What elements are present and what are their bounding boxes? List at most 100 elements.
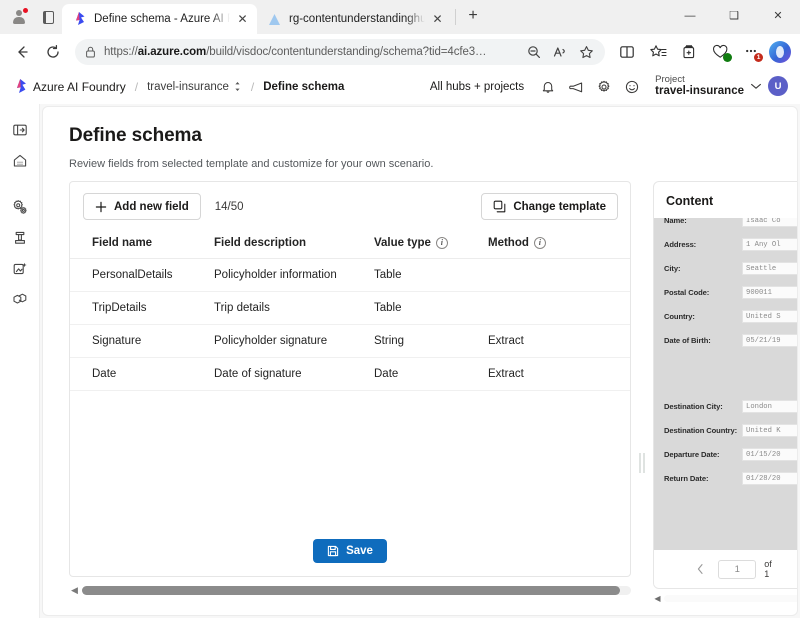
info-icon[interactable]: i (435, 237, 448, 249)
add-new-field-button[interactable]: Add new field (83, 193, 201, 220)
table-row[interactable]: TripDetails Trip details Table (70, 291, 630, 325)
left-rail (0, 104, 40, 618)
minimize-button[interactable]: — (668, 0, 712, 31)
tab-actions-button[interactable] (34, 0, 62, 34)
profile-button[interactable] (4, 0, 34, 34)
table-header-row: Field name Field description Value type … (70, 231, 630, 259)
content-card: Content Name: Isaac Co Address: 1 Any Ol… (653, 181, 797, 589)
tab-close-button[interactable]: ✕ (429, 11, 446, 28)
azure-foundry-logo-icon (14, 79, 27, 94)
address-bar[interactable]: https://ai.azure.com/build/visdoc/conten… (75, 39, 605, 65)
back-button[interactable] (7, 38, 37, 66)
doc-field-city: City: Seattle (664, 256, 797, 280)
smiley-icon[interactable] (619, 74, 645, 100)
settings-more-icon[interactable]: 1 (736, 38, 766, 66)
scrollbar-track[interactable] (82, 586, 631, 595)
breadcrumb-current: Define schema (263, 80, 345, 93)
doc-section-gap (664, 352, 797, 394)
breadcrumb-separator: / (134, 79, 139, 94)
doc-field-label: Destination City: (664, 401, 723, 411)
feedback-icon[interactable] (563, 74, 589, 100)
favorites-icon[interactable] (643, 38, 673, 66)
doc-field-address: Address: 1 Any Ol (664, 232, 797, 256)
models-icon (12, 292, 28, 308)
sidebar-item-home[interactable] (5, 147, 35, 175)
split-screen-icon[interactable] (612, 38, 642, 66)
copy-icon (493, 200, 506, 213)
cell-field-description: Policyholder signature (214, 324, 374, 358)
doc-field-signature: Signature: Isaac Col (664, 548, 797, 550)
bell-icon[interactable] (535, 74, 561, 100)
total-pages: 1 (764, 569, 770, 579)
collections-icon[interactable] (674, 38, 704, 66)
scrollbar-track[interactable] (664, 595, 797, 602)
foundry-body: Define schema Review fields from selecte… (0, 104, 800, 618)
new-tab-button[interactable]: + (459, 2, 487, 30)
maximize-button[interactable]: ❑ (712, 0, 756, 31)
sidebar-item-ai-services[interactable] (5, 255, 35, 283)
save-button[interactable]: Save (313, 539, 387, 563)
doc-field-value: London (742, 399, 797, 413)
avatar[interactable]: U (768, 76, 788, 97)
sidebar-item-build-customize[interactable] (5, 193, 35, 221)
browser-window: Define schema - Azure AI Foundr ✕ rg-con… (0, 0, 800, 618)
schema-horizontal-scrollbar[interactable]: ◀ (69, 584, 631, 597)
scrollbar-thumb[interactable] (82, 586, 621, 595)
column-header-method[interactable]: Method i (488, 231, 630, 259)
scroll-left-icon[interactable]: ◀ (653, 594, 662, 603)
browser-tab-2[interactable]: rg-contentunderstandinghub - M ✕ (257, 4, 452, 34)
build-customize-icon (12, 199, 28, 215)
page-subtitle: Review fields from selected template and… (69, 158, 434, 170)
sidebar-item-toggle-navigation[interactable] (5, 116, 35, 144)
project-selector[interactable]: Project travel-insurance U (647, 73, 788, 98)
column-header-field-description[interactable]: Field description (214, 231, 374, 259)
browser-essentials-icon[interactable] (705, 38, 735, 66)
schema-pane: Add new field 14/50 Change template Fiel… (69, 181, 631, 615)
content-horizontal-scrollbar[interactable]: ◀ ▶ (653, 593, 797, 604)
change-template-button[interactable]: Change template (481, 193, 618, 220)
breadcrumb-project[interactable]: travel-insurance (147, 81, 242, 93)
foundry-brand[interactable]: Azure AI Foundry (14, 79, 126, 94)
browser-tab-1[interactable]: Define schema - Azure AI Foundr ✕ (62, 4, 257, 34)
table-row[interactable]: Signature Policyholder signature String … (70, 324, 630, 358)
star-icon[interactable] (573, 40, 599, 64)
all-hubs-projects-link[interactable]: All hubs + projects (421, 81, 533, 93)
zoom-out-icon[interactable] (521, 40, 547, 64)
doc-field-label: Departure Date: (664, 449, 720, 459)
chevron-left-icon[interactable] (696, 563, 710, 575)
doc-field-label: Address: (664, 239, 697, 249)
page-card: Define schema Review fields from selecte… (42, 106, 798, 616)
sidebar-item-models[interactable] (5, 286, 35, 314)
info-icon[interactable]: i (533, 237, 546, 249)
browser-toolbar: https://ai.azure.com/build/visdoc/conten… (0, 34, 800, 70)
breadcrumb-separator-2: / (250, 79, 255, 94)
cell-method (488, 291, 630, 325)
page-number-input[interactable]: 1 (718, 559, 757, 579)
doc-field-date-of-birth: Date of Birth: 05/21/19 (664, 328, 797, 352)
main-content: Define schema Review fields from selecte… (40, 104, 800, 618)
pane-splitter[interactable] (631, 181, 653, 615)
refresh-button[interactable] (38, 38, 68, 66)
cell-method: Extract (488, 324, 630, 358)
project-label: Project (655, 73, 685, 85)
scroll-left-icon[interactable]: ◀ (69, 585, 80, 596)
column-label: Method (488, 237, 529, 249)
splitter-grip-icon (639, 453, 645, 473)
column-header-field-name[interactable]: Field name (70, 231, 214, 259)
doc-field-return-date: Return Date: 01/28/20 (664, 466, 797, 490)
column-header-value-type[interactable]: Value type i (374, 231, 488, 259)
table-row[interactable]: Date Date of signature Date Extract (70, 357, 630, 391)
read-aloud-icon[interactable] (547, 40, 573, 64)
doc-field-value: Isaac Co (742, 218, 797, 227)
copilot-icon[interactable] (769, 41, 791, 63)
close-window-button[interactable]: ✕ (756, 0, 800, 31)
gear-icon[interactable] (591, 74, 617, 100)
sidebar-item-deployments[interactable] (5, 224, 35, 252)
table-row[interactable]: PersonalDetails Policyholder information… (70, 258, 630, 292)
document-preview[interactable]: Name: Isaac Co Address: 1 Any Ol City: S… (654, 218, 797, 550)
schema-table-header: Field name Field description Value type … (70, 231, 630, 259)
cell-value-type: Table (374, 258, 488, 292)
tab-strip: Define schema - Azure AI Foundr ✕ rg-con… (0, 0, 800, 34)
doc-field-value: 01/15/20 (742, 447, 797, 461)
tab-close-button[interactable]: ✕ (234, 11, 251, 28)
